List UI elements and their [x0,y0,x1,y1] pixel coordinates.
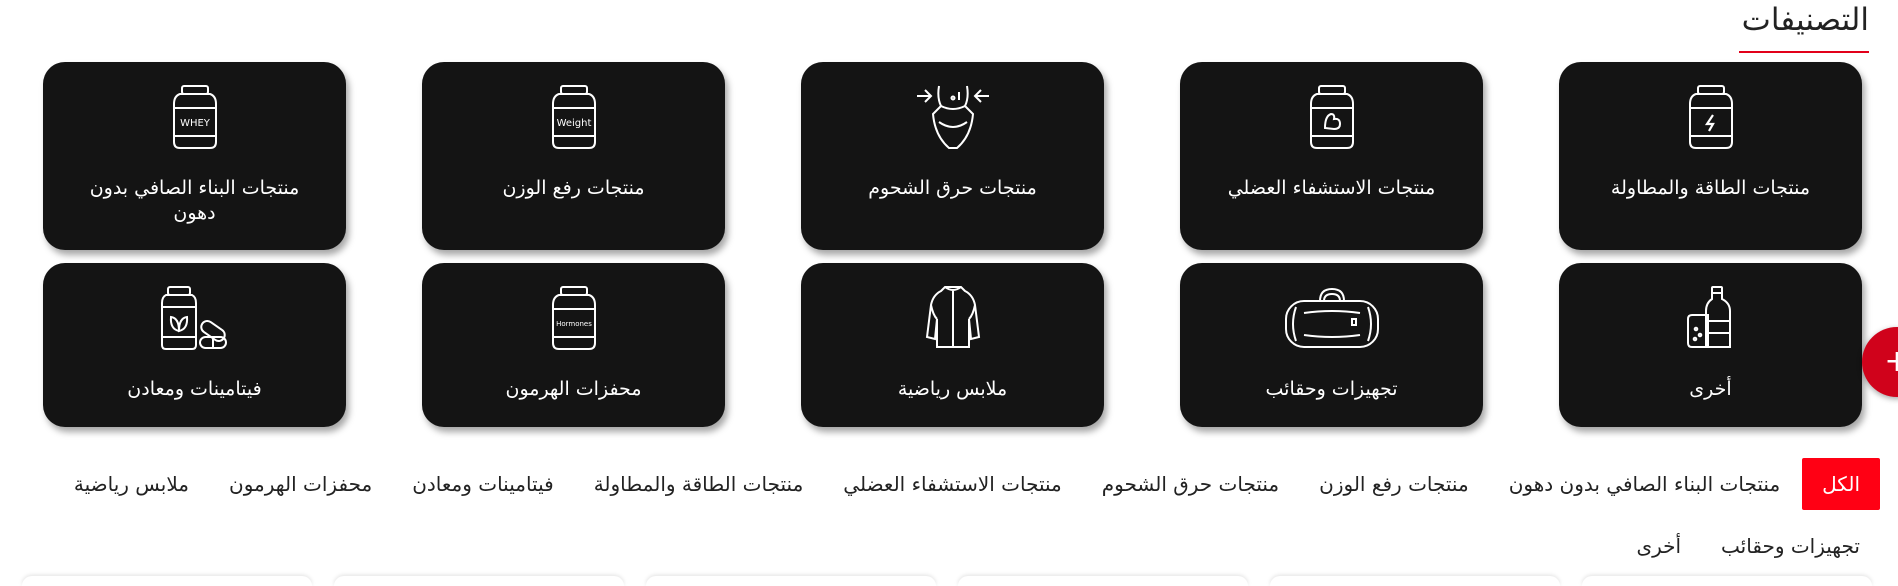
product-card-top [1582,576,1872,586]
category-card-energy[interactable]: منتجات الطاقة والمطاولة [1559,62,1862,250]
product-card-top [334,576,624,586]
category-label: فيتامينات ومعادن [127,378,262,400]
sports-jersey-icon [903,283,1003,353]
category-filter-bar: الكل منتجات البناء الصافي بدون دهون منتج… [22,458,1880,572]
category-card-vitamins[interactable]: فيتامينات ومعادن [43,263,346,427]
energy-jar-icon [1661,82,1761,152]
category-card-hormones[interactable]: Hormones محفزات الهرمون [422,263,725,427]
category-label: منتجات البناء الصافي بدون دهون [89,177,300,224]
category-card-equipment-bags[interactable]: تجهيزات وحقائب [1180,263,1483,427]
category-label: منتجات الطاقة والمطاولة [1610,177,1811,199]
category-label: تجهيزات وحقائب [1265,378,1398,400]
whey-jar-icon: WHEY [145,82,245,152]
filter-weight-gain[interactable]: منتجات رفع الوزن [1299,458,1489,510]
filter-all[interactable]: الكل [1802,458,1880,510]
filter-equipment-bags[interactable]: تجهيزات وحقائب [1701,520,1880,572]
vitamins-icon [145,283,245,353]
product-card-top [1270,576,1560,586]
filter-energy[interactable]: منتجات الطاقة والمطاولة [574,458,824,510]
hormones-icon-text: Hormones [556,320,592,328]
product-cards-edge [0,576,1898,582]
product-card-top [646,576,936,586]
product-card-top [22,576,312,586]
category-label: محفزات الهرمون [505,378,642,400]
hormones-jar-icon: Hormones [524,283,624,353]
muscle-recovery-jar-icon [1282,82,1382,152]
category-card-other[interactable]: أخرى [1559,263,1862,427]
filter-hormones[interactable]: محفزات الهرمون [209,458,392,510]
categories-grid: منتجات الطاقة والمطاولة منتجات الاستشفاء… [42,62,1862,428]
filter-sportswear[interactable]: ملابس رياضية [54,458,209,510]
section-title: التصنيفات [1741,2,1869,38]
filter-muscle-recovery[interactable]: منتجات الاستشفاء العضلي [823,458,1081,510]
category-card-whey[interactable]: WHEY منتجات البناء الصافي بدون دهون [43,62,346,250]
fat-burn-waist-icon [903,82,1003,152]
category-card-sportswear[interactable]: ملابس رياضية [801,263,1104,427]
category-label: منتجات حرق الشحوم [868,177,1037,199]
category-label: ملابس رياضية [897,378,1008,400]
filter-fat-burn[interactable]: منتجات حرق الشحوم [1082,458,1299,510]
bottles-icon [1661,283,1761,353]
category-card-weight[interactable]: Weight منتجات رفع الوزن [422,62,725,250]
category-label: منتجات رفع الوزن [502,177,645,199]
category-card-muscle-recovery[interactable]: منتجات الاستشفاء العضلي [1180,62,1483,250]
category-label: أخرى [1689,378,1732,400]
category-label: منتجات الاستشفاء العضلي [1227,177,1436,199]
product-card-top [958,576,1248,586]
weight-jar-icon: Weight [524,82,624,152]
gym-bag-icon [1282,283,1382,353]
category-card-fat-burn[interactable]: منتجات حرق الشحوم [801,62,1104,250]
add-fab-button[interactable]: + [1862,327,1898,397]
filter-vitamins[interactable]: فيتامينات ومعادن [392,458,574,510]
filter-lean-mass[interactable]: منتجات البناء الصافي بدون دهون [1489,458,1800,510]
weight-icon-text: Weight [556,118,591,129]
section-title-underline [1739,51,1869,53]
filter-other[interactable]: أخرى [1616,520,1701,572]
whey-icon-text: WHEY [180,118,211,129]
